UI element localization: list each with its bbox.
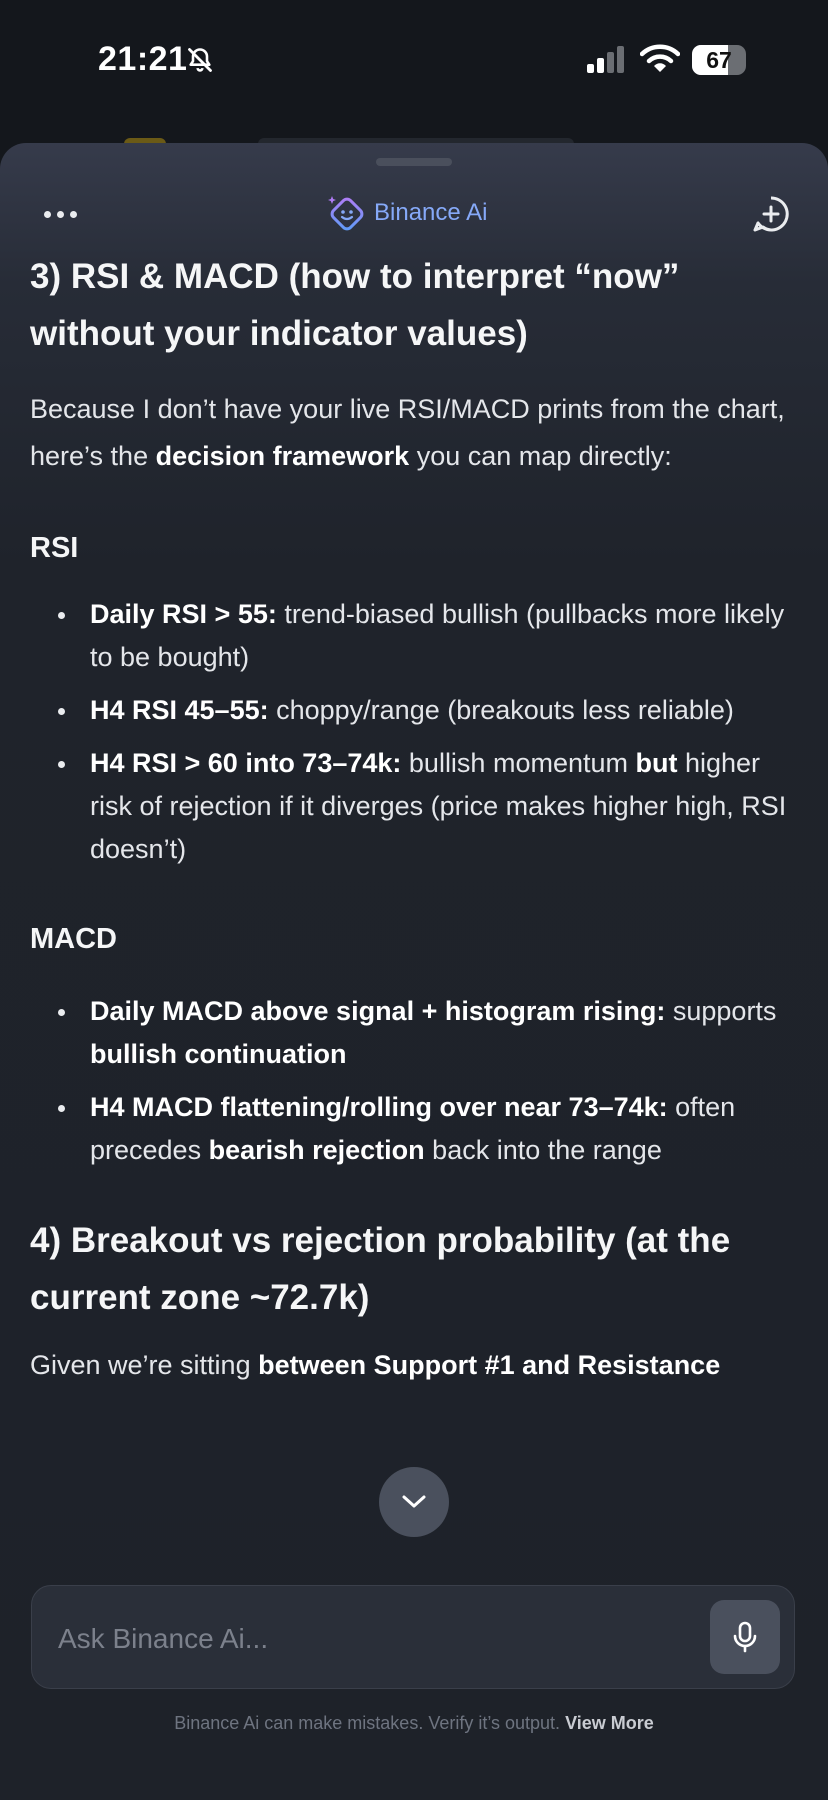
battery-icon: 67	[692, 45, 748, 75]
rsi-list: Daily RSI > 55: trend‑biased bullish (pu…	[30, 593, 800, 871]
voice-input-button[interactable]	[710, 1600, 780, 1674]
scroll-to-bottom-button[interactable]	[379, 1467, 449, 1537]
ai-chat-sheet: Binance Ai 3) RSI & MACD (how to interpr…	[0, 143, 828, 1800]
battery-level: 67	[706, 47, 732, 73]
macd-list: Daily MACD above signal + histogram risi…	[30, 990, 800, 1172]
cellular-signal-icon	[585, 46, 629, 79]
chat-input-box	[31, 1585, 795, 1689]
sheet-drag-handle[interactable]	[376, 158, 452, 166]
view-more-link[interactable]: View More	[565, 1713, 654, 1733]
more-options-button[interactable]	[40, 191, 84, 235]
list-item: Daily RSI > 55: trend‑biased bullish (pu…	[30, 593, 800, 679]
section-3-heading: 3) RSI & MACD (how to interpret “now” wi…	[30, 257, 680, 353]
status-time: 21:21	[98, 40, 188, 78]
binance-ai-logo-icon	[328, 196, 364, 231]
rsi-heading: RSI	[30, 532, 79, 564]
section-3-intro: Because I don’t have your live RSI/MACD …	[30, 386, 800, 480]
silent-bell-icon	[186, 46, 214, 79]
intro-text-end: you can map directly:	[409, 441, 672, 471]
intro-bold-text: decision framework	[155, 441, 410, 471]
ai-disclaimer: Binance Ai can make mistakes. Verify it’…	[0, 1713, 828, 1734]
brand-title: Binance Ai	[328, 193, 487, 233]
app-title: Binance Ai	[374, 199, 488, 226]
new-chat-button[interactable]	[752, 195, 790, 238]
disclaimer-text: Binance Ai can make mistakes. Verify it’…	[174, 1713, 561, 1733]
section-4-text: Given we’re sitting between Support #1 a…	[30, 1342, 800, 1389]
chat-header: Binance Ai	[0, 183, 828, 243]
microphone-icon	[733, 1621, 757, 1653]
chat-message: 3) RSI & MACD (how to interpret “now” wi…	[30, 248, 800, 1389]
status-bar: 21:21 67	[0, 0, 828, 120]
list-item: H4 MACD flattening/rolling over near 73–…	[30, 1086, 800, 1172]
macd-heading: MACD	[30, 923, 117, 955]
plus-circle-icon	[753, 196, 789, 232]
section-4-text-start: Given we’re sitting	[30, 1350, 259, 1380]
list-item: Daily MACD above signal + histogram risi…	[30, 990, 800, 1076]
list-item: H4 RSI 45–55: choppy/range (breakouts le…	[30, 689, 800, 732]
section-4-bold-text: between Support #1 and Resistance	[258, 1350, 721, 1380]
wifi-icon	[639, 44, 681, 79]
list-item: H4 RSI > 60 into 73–74k: bullish momentu…	[30, 742, 800, 871]
chat-input[interactable]	[56, 1616, 700, 1662]
section-4-heading: 4) Breakout vs rejection probability (at…	[30, 1221, 731, 1317]
chevron-down-icon	[402, 1495, 426, 1508]
